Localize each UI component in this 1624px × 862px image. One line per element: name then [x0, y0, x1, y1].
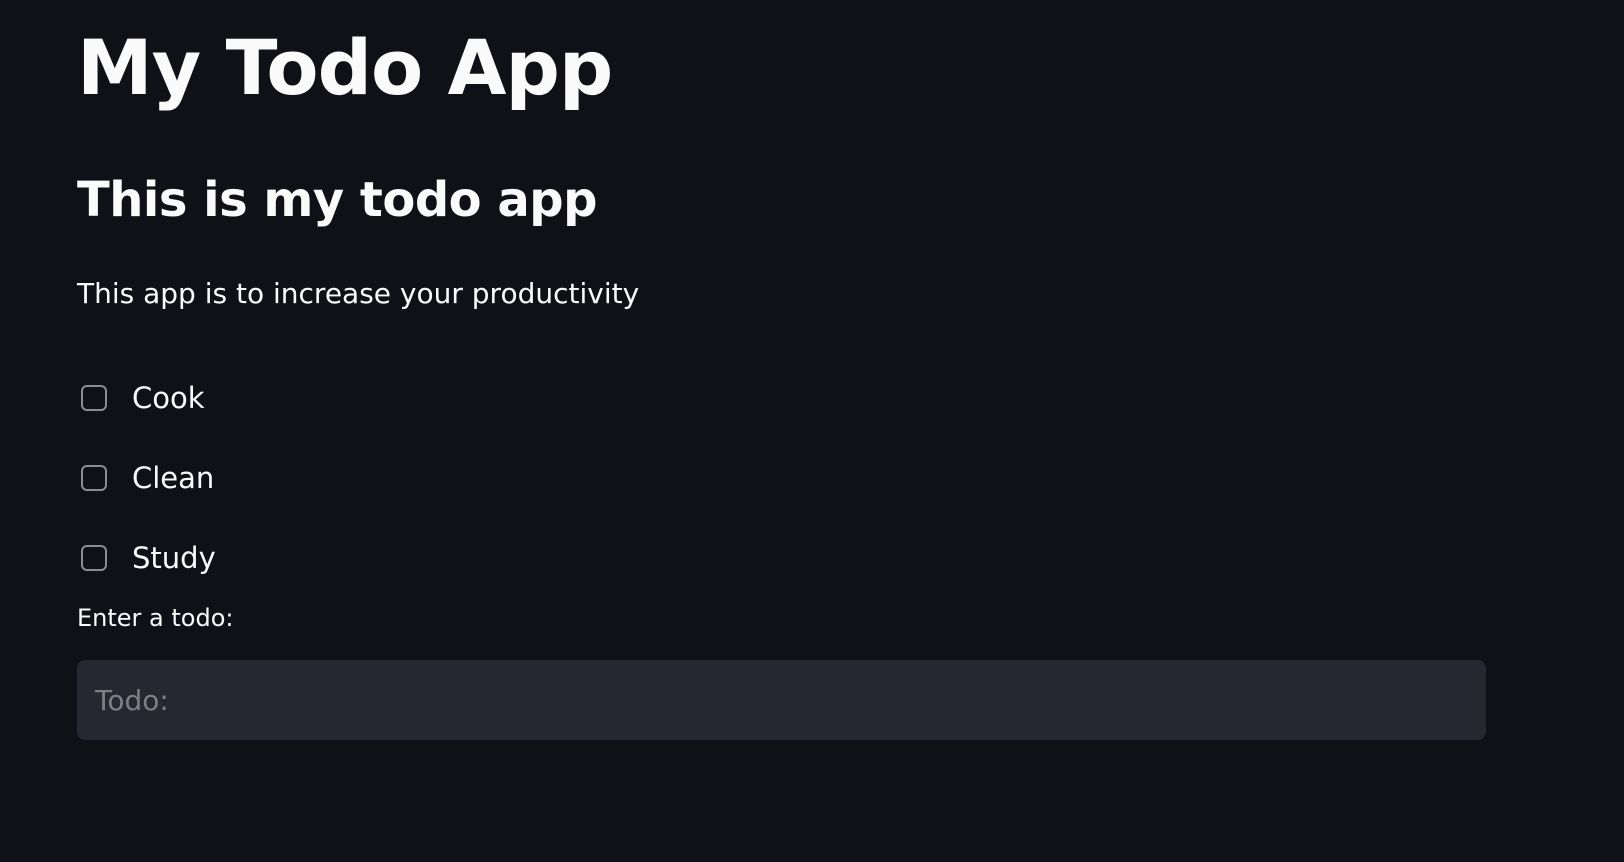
page-subtitle: This is my todo app	[77, 172, 597, 228]
todo-label: Cook	[132, 380, 205, 415]
todo-checkbox[interactable]	[81, 385, 107, 411]
todo-item-cook[interactable]: Cook	[81, 358, 216, 438]
todo-checkbox[interactable]	[81, 545, 107, 571]
todo-checkbox[interactable]	[81, 465, 107, 491]
todo-label: Study	[132, 540, 216, 575]
page-title: My Todo App	[77, 23, 613, 112]
todo-item-study[interactable]: Study	[81, 518, 216, 598]
todo-item-clean[interactable]: Clean	[81, 438, 216, 518]
page-description: This app is to increase your productivit…	[77, 277, 640, 310]
todo-list: Cook Clean Study	[81, 358, 216, 598]
todo-input-label: Enter a todo:	[77, 604, 234, 632]
todo-input[interactable]	[77, 660, 1486, 740]
app-container: My Todo App This is my todo app This app…	[0, 0, 1624, 862]
todo-label: Clean	[132, 460, 215, 495]
